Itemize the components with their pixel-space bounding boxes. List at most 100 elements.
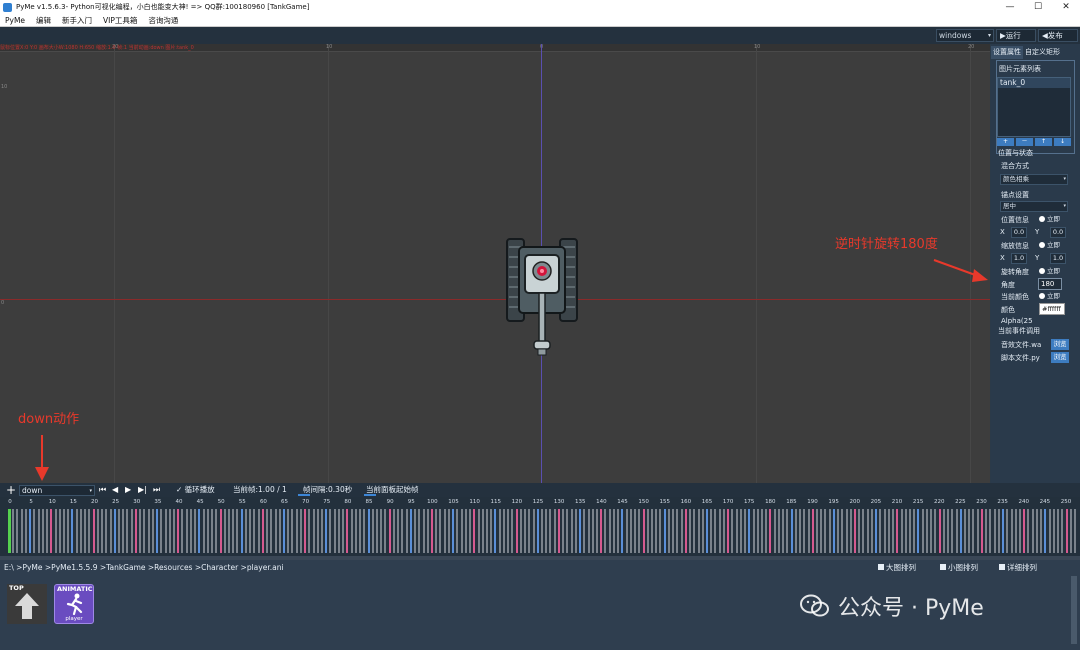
frame-cell[interactable] [363,509,366,553]
pos-y-field[interactable]: 0.0 [1050,227,1066,238]
frame-cell[interactable] [346,509,349,553]
anchor-select[interactable]: 居中 ▾ [1000,201,1068,212]
frame-cell[interactable] [185,509,188,553]
frame-cell[interactable] [930,509,933,553]
frame-cell[interactable] [549,509,552,553]
frame-cell[interactable] [481,509,484,553]
frame-strip[interactable] [8,509,1076,553]
frame-cell[interactable] [206,509,209,553]
frame-cell[interactable] [215,509,218,553]
frame-cell[interactable] [655,509,658,553]
frame-cell[interactable] [760,509,763,553]
frame-cell[interactable] [50,509,53,553]
frame-cell[interactable] [976,509,979,553]
frame-cell[interactable] [595,509,598,553]
frame-cell[interactable] [879,509,882,553]
frame-cell[interactable] [1019,509,1021,553]
platform-select[interactable]: windows ▾ [936,29,994,42]
frame-cell[interactable] [532,509,535,553]
frame-cell[interactable] [997,509,1000,553]
frame-cell[interactable] [367,509,370,553]
frame-cell[interactable] [126,509,129,553]
frame-timeline[interactable]: 0 5 10 15 20 25 30 35 40 45 50 55 60 65 70 75 80 85 90 95 10… [0,497,1080,559]
frame-cell[interactable] [638,509,641,553]
tab-custom-rect[interactable]: 自定义矩形 [1023,46,1062,59]
frame-cell[interactable] [672,509,675,553]
scale-y-field[interactable]: 1.0 [1050,253,1066,264]
frame-cell[interactable] [490,509,493,553]
action-select[interactable]: down ▾ [19,485,95,496]
frame-cell[interactable] [308,509,311,553]
frame-cell[interactable] [325,509,328,553]
frame-cell[interactable] [536,509,539,553]
frame-cell[interactable] [435,509,438,553]
frame-cell[interactable] [261,509,264,553]
frame-cell[interactable] [1052,509,1055,553]
frame-cell[interactable] [105,509,108,553]
first-frame-button[interactable]: ⏮ [99,483,106,497]
frame-cell[interactable] [972,509,975,553]
frame-cell[interactable] [887,509,890,553]
play-button[interactable]: ▶ [125,483,131,497]
frame-cell[interactable] [75,509,78,553]
frame-cell[interactable] [92,509,95,553]
frame-cell[interactable] [964,509,967,553]
frame-cell[interactable] [794,509,797,553]
frame-cell[interactable] [244,509,247,553]
frame-cell[interactable] [735,509,738,553]
frame-cell[interactable] [58,509,61,553]
view-small-button[interactable]: 小图排列 [940,562,978,573]
frame-cell[interactable] [1014,509,1017,553]
frame-cell[interactable] [1023,509,1026,553]
frame-cell[interactable] [274,509,277,553]
frame-cell[interactable] [650,509,653,553]
frame-cell[interactable] [773,509,776,553]
frame-cell[interactable] [566,509,569,553]
frame-cell[interactable] [705,509,708,553]
frame-cell[interactable] [591,509,594,553]
frame-cell[interactable] [54,509,57,553]
animation-file-tile[interactable]: ANIMATIC player [54,584,94,624]
frame-cell[interactable] [397,509,400,553]
frame-cell[interactable] [617,509,620,553]
maximize-button[interactable]: ☐ [1024,0,1052,14]
current-frame-marker[interactable] [8,509,11,553]
frame-cell[interactable] [287,509,290,553]
image-list[interactable]: tank_0 [997,77,1071,137]
frame-cell[interactable] [837,509,840,553]
frame-cell[interactable] [689,509,692,553]
frame-cell[interactable] [1027,509,1030,553]
frame-cell[interactable] [96,509,99,553]
frame-cell[interactable] [380,509,383,553]
frame-cell[interactable] [980,509,983,553]
frame-cell[interactable] [866,509,869,553]
frame-cell[interactable] [612,509,615,553]
frame-cell[interactable] [143,509,146,553]
frame-cell[interactable] [160,509,163,553]
frame-cell[interactable] [282,509,285,553]
frame-cell[interactable] [913,509,916,553]
frame-cell[interactable] [359,509,362,553]
frame-cell[interactable] [765,509,768,553]
frame-cell[interactable] [79,509,82,553]
frame-cell[interactable] [1065,509,1068,553]
frame-cell[interactable] [710,509,713,553]
frame-cell[interactable] [739,509,742,553]
frame-cell[interactable] [101,509,104,553]
frame-cell[interactable] [223,509,226,553]
frame-cell[interactable] [1040,509,1043,553]
frame-cell[interactable] [147,509,150,553]
frame-cell[interactable] [769,509,772,553]
frame-cell[interactable] [811,509,814,553]
frame-cell[interactable] [1035,509,1038,553]
frame-cell[interactable] [232,509,235,553]
rotate-apply-radio[interactable]: 立即 [1039,265,1060,275]
frame-cell[interactable] [24,509,27,553]
frame-cell[interactable] [841,509,844,553]
browse-script-button[interactable]: 浏览 [1051,352,1069,363]
frame-cell[interactable] [151,509,154,553]
frame-cell[interactable] [295,509,298,553]
frame-cell[interactable] [824,509,827,553]
parent-folder-tile[interactable]: TOP [7,584,47,624]
frame-cell[interactable] [993,509,996,553]
